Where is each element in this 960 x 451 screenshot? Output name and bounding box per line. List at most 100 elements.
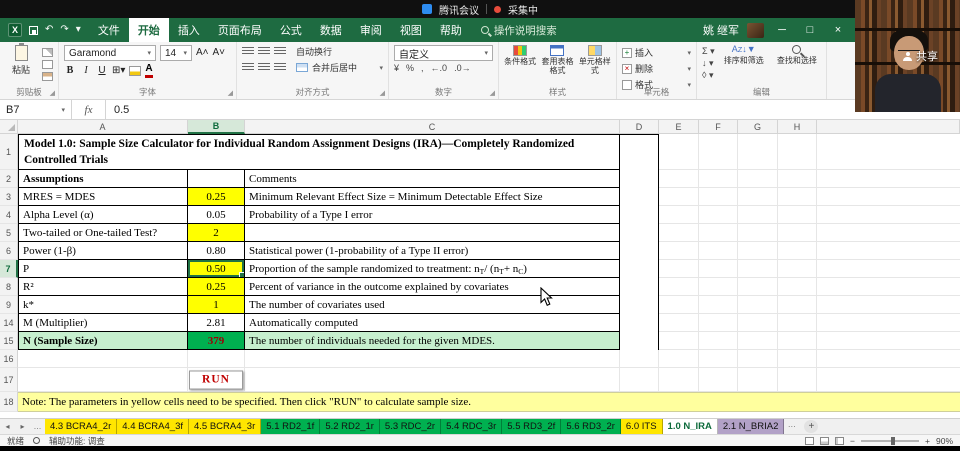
sheet-tab-overflow-icon[interactable]: ··· — [784, 419, 799, 434]
fill-icon[interactable]: ↓ ▾ — [702, 59, 715, 68]
share-button[interactable]: 共享 — [903, 48, 938, 64]
cell[interactable] — [699, 260, 738, 278]
tab-file[interactable]: 文件 — [89, 18, 129, 42]
close-button[interactable]: × — [828, 18, 848, 42]
cell[interactable] — [738, 134, 778, 170]
cell[interactable] — [620, 350, 659, 368]
bold-button[interactable]: B — [64, 66, 76, 76]
zoom-slider-thumb[interactable] — [891, 436, 896, 445]
cell-b15-result[interactable]: 379 — [188, 332, 245, 350]
cell[interactable] — [659, 206, 699, 224]
normal-view-icon[interactable] — [805, 436, 815, 445]
cell[interactable] — [738, 242, 778, 260]
column-header-b[interactable]: B — [188, 120, 245, 134]
sheet-tab[interactable]: 5.4 RDC_3r — [441, 419, 503, 434]
row-header-18[interactable]: 18 — [0, 392, 18, 412]
row-header-1[interactable]: 1 — [0, 134, 18, 170]
align-bottom-icon[interactable] — [274, 47, 286, 56]
cell[interactable] — [659, 260, 699, 278]
align-right-icon[interactable] — [274, 63, 286, 72]
cell-d5[interactable] — [620, 224, 659, 242]
cell[interactable] — [245, 368, 620, 392]
find-select-button[interactable]: 查找和选择 — [773, 45, 821, 86]
conditional-formatting-button[interactable]: 条件格式 — [504, 45, 536, 86]
cell[interactable] — [659, 350, 699, 368]
cell[interactable] — [699, 350, 738, 368]
row-header-16[interactable]: 16 — [0, 350, 18, 368]
insert-cells-button[interactable]: + 插入 ▾ — [622, 46, 691, 59]
qat-dropdown-icon[interactable]: ▾ — [76, 25, 81, 35]
format-painter-icon[interactable] — [42, 72, 53, 81]
cell-a14[interactable]: M (Multiplier) — [18, 314, 188, 332]
cell-c9[interactable]: The number of covariates used — [245, 296, 620, 314]
italic-button[interactable]: I — [80, 66, 92, 76]
sheet-tab[interactable]: 6.0 ITS — [620, 419, 663, 434]
row-header-15[interactable]: 15 — [0, 332, 18, 350]
insert-function-button[interactable]: fx — [72, 100, 106, 119]
cell[interactable] — [778, 278, 817, 296]
cell[interactable] — [699, 278, 738, 296]
row-header-7[interactable]: 7 — [0, 260, 18, 278]
user-name[interactable]: 姚 继军 — [703, 22, 739, 38]
percent-style-icon[interactable]: % — [406, 64, 414, 73]
name-box[interactable]: B7 ▾ — [0, 100, 72, 119]
cell-d9[interactable] — [620, 296, 659, 314]
dialog-launcher-number[interactable]: ◢ — [490, 90, 495, 97]
formula-input[interactable]: 0.5 — [106, 104, 129, 116]
sheet-tab[interactable]: 5.2 RD2_1r — [320, 419, 380, 434]
sheet-tab[interactable]: 5.6 RD3_2r — [561, 419, 621, 434]
cell-a15[interactable]: N (Sample Size) — [18, 332, 188, 350]
cell[interactable] — [620, 368, 659, 392]
increase-decimal-icon[interactable]: ←.0 — [431, 64, 448, 73]
minimize-button[interactable]: ─ — [772, 18, 792, 42]
cell-c4[interactable]: Probability of a Type I error — [245, 206, 620, 224]
tab-view[interactable]: 视图 — [391, 18, 431, 42]
note-banner[interactable]: Note: The parameters in yellow cells nee… — [18, 392, 960, 412]
cut-icon[interactable] — [42, 48, 53, 57]
cell-styles-button[interactable]: 单元格样式 — [579, 45, 611, 86]
cell[interactable] — [738, 170, 778, 188]
wrap-text-button[interactable]: 自动换行 — [296, 45, 332, 58]
dialog-launcher-font[interactable]: ◢ — [228, 90, 233, 97]
row-header-6[interactable]: 6 — [0, 242, 18, 260]
dialog-launcher-alignment[interactable]: ◢ — [380, 90, 385, 97]
cell[interactable] — [778, 368, 817, 392]
redo-icon[interactable]: ↷ — [60, 25, 68, 35]
number-format-combobox[interactable]: 自定义 ▾ — [394, 45, 493, 61]
cell-a4[interactable]: Alpha Level (α) — [18, 206, 188, 224]
cell-d1[interactable] — [620, 134, 659, 170]
avatar[interactable] — [747, 22, 764, 38]
cell[interactable] — [188, 350, 245, 368]
cell[interactable] — [778, 206, 817, 224]
accessibility-status[interactable]: 辅助功能: 调查 — [49, 435, 105, 447]
cell[interactable] — [18, 368, 188, 392]
cell[interactable] — [738, 206, 778, 224]
cell[interactable] — [778, 314, 817, 332]
cell[interactable] — [659, 242, 699, 260]
sort-filter-button[interactable]: AZ↓▼ 排序和筛选 — [720, 45, 768, 86]
grow-font-icon[interactable]: A˄ — [196, 48, 209, 58]
format-as-table-button[interactable]: 套用表格格式 — [541, 45, 573, 86]
cell-c2[interactable]: Comments — [245, 170, 620, 188]
cell[interactable] — [738, 332, 778, 350]
delete-cells-button[interactable]: × 删除 ▾ — [622, 62, 691, 75]
sheet-tab[interactable]: 4.4 BCRA4_3f — [117, 419, 189, 434]
cell[interactable] — [738, 350, 778, 368]
zoom-in-button[interactable]: + — [925, 436, 930, 446]
cell-c3[interactable]: Minimum Relevant Effect Size = Minimum D… — [245, 188, 620, 206]
cell-a9[interactable]: k* — [18, 296, 188, 314]
cell-a7[interactable]: P — [18, 260, 188, 278]
copy-icon[interactable] — [42, 60, 53, 69]
cell-b6[interactable]: 0.80 — [188, 242, 245, 260]
align-center-icon[interactable] — [258, 63, 270, 72]
cell[interactable] — [659, 134, 699, 170]
cell[interactable] — [699, 170, 738, 188]
cell[interactable] — [778, 170, 817, 188]
cell-a3[interactable]: MRES = MDES — [18, 188, 188, 206]
sheet-nav-left-icon[interactable]: ◂ — [0, 419, 15, 434]
cell[interactable] — [699, 188, 738, 206]
cell-b5[interactable]: 2 — [188, 224, 245, 242]
sheet-nav-more-icon[interactable]: … — [30, 419, 45, 434]
cell[interactable] — [778, 260, 817, 278]
cell-d2[interactable] — [620, 170, 659, 188]
